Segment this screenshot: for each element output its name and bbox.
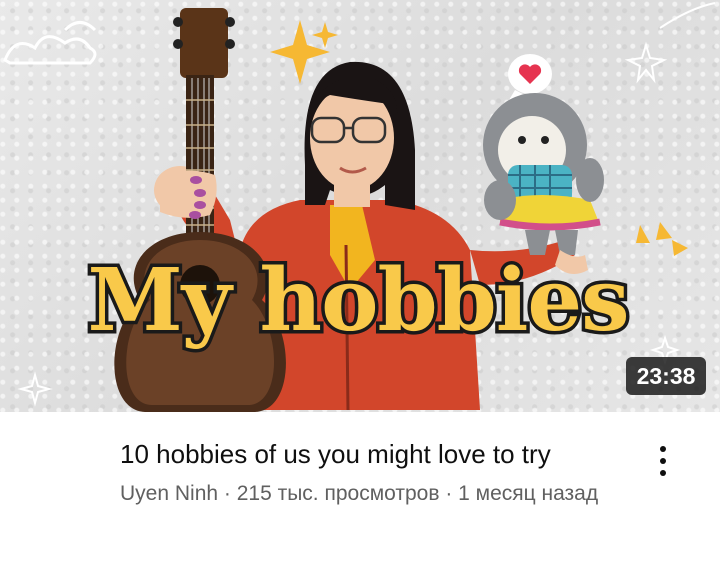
more-dot bbox=[660, 458, 666, 464]
more-dot bbox=[660, 470, 666, 476]
video-thumbnail[interactable]: My hobbies 23:38 bbox=[0, 0, 720, 412]
duration-badge: 23:38 bbox=[626, 357, 706, 395]
video-title[interactable]: 10 hobbies of us you might love to try bbox=[120, 438, 620, 470]
thumbnail-scene: My hobbies bbox=[3, 2, 716, 412]
more-vertical-icon[interactable] bbox=[640, 438, 686, 484]
crochet-toy bbox=[483, 93, 604, 255]
heart-icon bbox=[508, 54, 552, 100]
cloud-icon bbox=[3, 21, 97, 65]
more-dot bbox=[660, 446, 666, 452]
sparkle-icon bbox=[636, 222, 688, 256]
thumbnail-caption: My hobbies bbox=[84, 247, 633, 355]
video-subtitle: Uyen Ninh · 215 тыс. просмотров · 1 меся… bbox=[120, 482, 599, 505]
thumbnail-caption-text: My hobbies bbox=[87, 250, 628, 351]
video-meta[interactable]: 10 hobbies of us you might love to try U… bbox=[0, 412, 720, 573]
